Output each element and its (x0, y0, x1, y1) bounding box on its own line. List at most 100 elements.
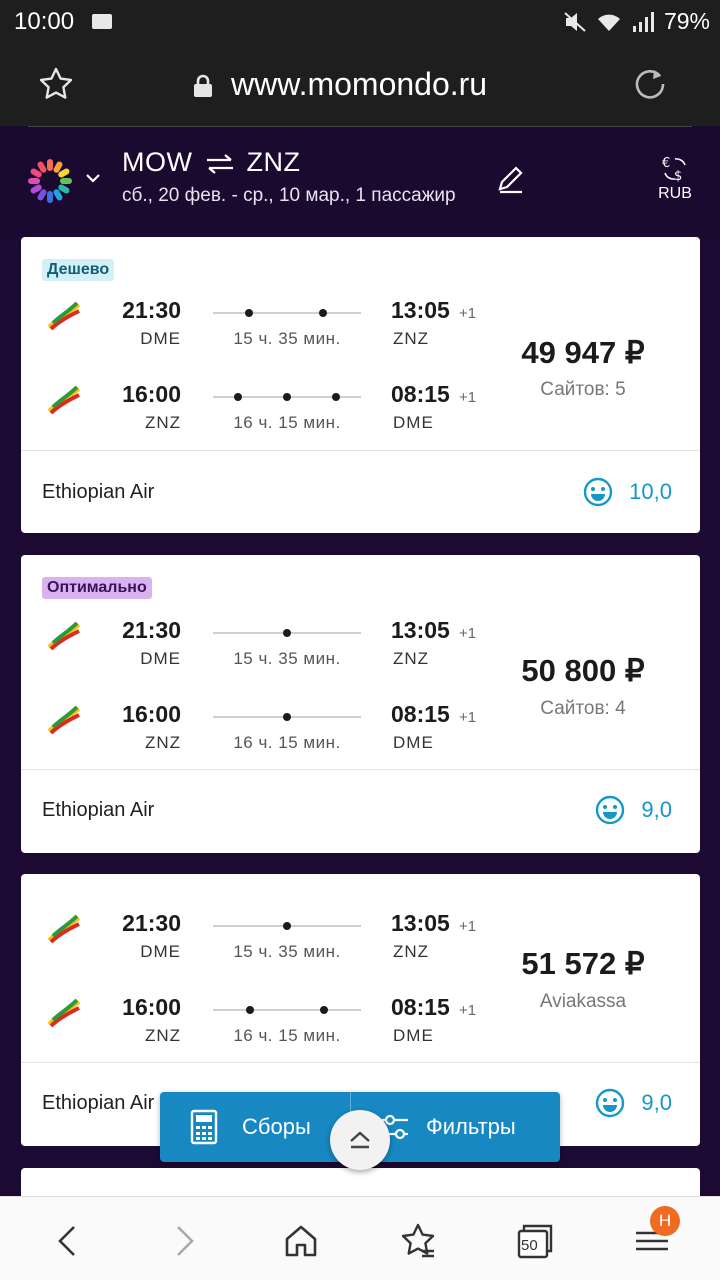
stop-dot (319, 309, 327, 317)
departure-time: 16:00 (122, 994, 181, 1020)
mute-icon (564, 11, 586, 32)
home-icon[interactable] (281, 1221, 321, 1261)
chevron-down-icon[interactable] (84, 171, 102, 185)
price: 50 800 ₽ (521, 653, 645, 688)
battery-percent: 79% (663, 8, 710, 34)
stop-dot (332, 393, 340, 401)
badge-optimal: Оптимально (42, 577, 152, 599)
arrival-time: 08:15 (391, 381, 450, 407)
departure-time: 16:00 (122, 701, 181, 727)
status-indicators: 79% (562, 8, 710, 35)
return-leg: 16:00 ZNZ 16 ч. 15 мин. 08:15 +1 DME (21, 701, 501, 765)
rating-value: 9,0 (641, 1090, 672, 1115)
tabs-button[interactable]: 50 (515, 1221, 555, 1261)
url-field[interactable]: www.momondo.ru (231, 66, 487, 103)
momondo-logo-icon[interactable] (26, 157, 74, 205)
arrival-time: 13:05 (391, 910, 450, 936)
rating: 10,0 (583, 477, 672, 507)
swap-arrows-icon (206, 154, 233, 174)
departure-time: 21:30 (122, 297, 181, 323)
stop-dot (245, 309, 253, 317)
back-arrow-icon[interactable] (48, 1221, 88, 1261)
arrival-time: 13:05 (391, 297, 450, 323)
bookmarks-star-icon[interactable] (398, 1221, 438, 1261)
card-divider (21, 1062, 700, 1063)
svg-text:$: $ (674, 169, 682, 183)
forward-arrow-icon[interactable] (164, 1221, 204, 1261)
outbound-leg: 21:30 DME 15 ч. 35 мин. 13:05 +1 ZNZ (21, 910, 501, 974)
fees-button[interactable]: Сборы (190, 1092, 311, 1162)
departure-airport: ZNZ (144, 733, 181, 752)
sites-count: Сайтов: 4 (540, 698, 626, 719)
arrival-airport: DME (393, 733, 434, 752)
smiley-icon (583, 477, 613, 507)
departure-airport: DME (140, 329, 181, 348)
arrival-time: 13:05 (391, 617, 450, 643)
folder-icon (92, 14, 112, 29)
reload-icon[interactable] (632, 66, 668, 102)
day-offset: +1 (459, 918, 477, 935)
route-summary[interactable]: MOW ZNZ (122, 147, 301, 178)
departure-airport: DME (140, 649, 181, 668)
status-bar: 10:00 79% (0, 0, 720, 46)
ethiopian-airlines-logo-icon (47, 301, 81, 331)
route-track (213, 1006, 361, 1014)
calculator-icon (190, 1109, 218, 1145)
stop-dot (283, 713, 291, 721)
arrival-time: 08:15 (391, 994, 450, 1020)
bookmark-star-icon[interactable] (38, 66, 74, 102)
result-card[interactable]: Оптимально 21:30 DME 15 ч. 35 мин. 13:05… (21, 555, 700, 853)
card-divider (21, 769, 700, 770)
flight-duration: 15 ч. 35 мин. (233, 942, 341, 961)
currency-label: RUB (658, 185, 692, 202)
day-offset: +1 (459, 1002, 477, 1019)
destination-code: ZNZ (246, 147, 301, 177)
card-divider (21, 450, 700, 451)
departure-airport: ZNZ (144, 1026, 181, 1045)
scroll-top-button[interactable] (330, 1110, 390, 1170)
tabs-count: 50 (521, 1237, 538, 1254)
price: 49 947 ₽ (521, 335, 645, 370)
stop-dot (283, 629, 291, 637)
return-leg: 16:00 ZNZ 16 ч. 15 мин. 08:15 +1 DME (21, 994, 501, 1058)
pencil-icon[interactable] (494, 163, 526, 195)
result-card[interactable] (21, 1168, 700, 1196)
departure-airport: DME (140, 942, 181, 961)
browser-bottom-nav: 50 (0, 1196, 720, 1280)
currency-exchange-icon: € $ (662, 156, 686, 183)
flight-duration: 15 ч. 35 мин. (233, 649, 341, 668)
arrival-airport: ZNZ (393, 942, 430, 961)
day-offset: +1 (459, 389, 477, 406)
departure-airport: ZNZ (144, 413, 181, 432)
currency-switcher[interactable]: € $ RUB (654, 155, 696, 203)
svg-text:€: € (662, 156, 670, 171)
lock-icon (194, 74, 212, 97)
notification-badge: Н (650, 1206, 680, 1236)
price: 51 572 ₽ (521, 946, 645, 981)
return-leg: 16:00 ZNZ 16 ч. 15 мин. 08:15 +1 DME (21, 381, 501, 445)
results-list[interactable]: Дешево 21:30 DME 15 ч. 35 мин. 13:05 +1 … (0, 235, 720, 1196)
route-track (213, 629, 361, 637)
wifi-icon (597, 14, 620, 31)
filters-button[interactable]: Фильтры (380, 1092, 516, 1162)
route-track (213, 393, 361, 401)
trip-dates[interactable]: сб., 20 фев. - ср., 10 мар., 1 пассажир (122, 185, 456, 207)
badge-cheap: Дешево (42, 259, 115, 281)
route-track (213, 309, 361, 317)
fees-label: Сборы (242, 1114, 311, 1139)
signal-icon (632, 11, 654, 32)
rating: 9,0 (595, 1088, 672, 1118)
filters-label: Фильтры (426, 1114, 516, 1139)
arrival-airport: ZNZ (393, 329, 430, 348)
airline-name: Ethiopian Air (42, 1092, 155, 1114)
ethiopian-airlines-logo-icon (47, 385, 81, 415)
route-track (213, 713, 361, 721)
sites-count: Сайтов: 5 (540, 379, 626, 400)
browser-toolbar: www.momondo.ru (0, 46, 720, 126)
day-offset: +1 (459, 709, 477, 726)
airline-name: Ethiopian Air (42, 799, 155, 821)
smiley-icon (596, 1088, 625, 1118)
result-card[interactable]: Дешево 21:30 DME 15 ч. 35 мин. 13:05 +1 … (21, 237, 700, 533)
stop-dot (283, 393, 291, 401)
ethiopian-airlines-logo-icon (47, 914, 81, 944)
